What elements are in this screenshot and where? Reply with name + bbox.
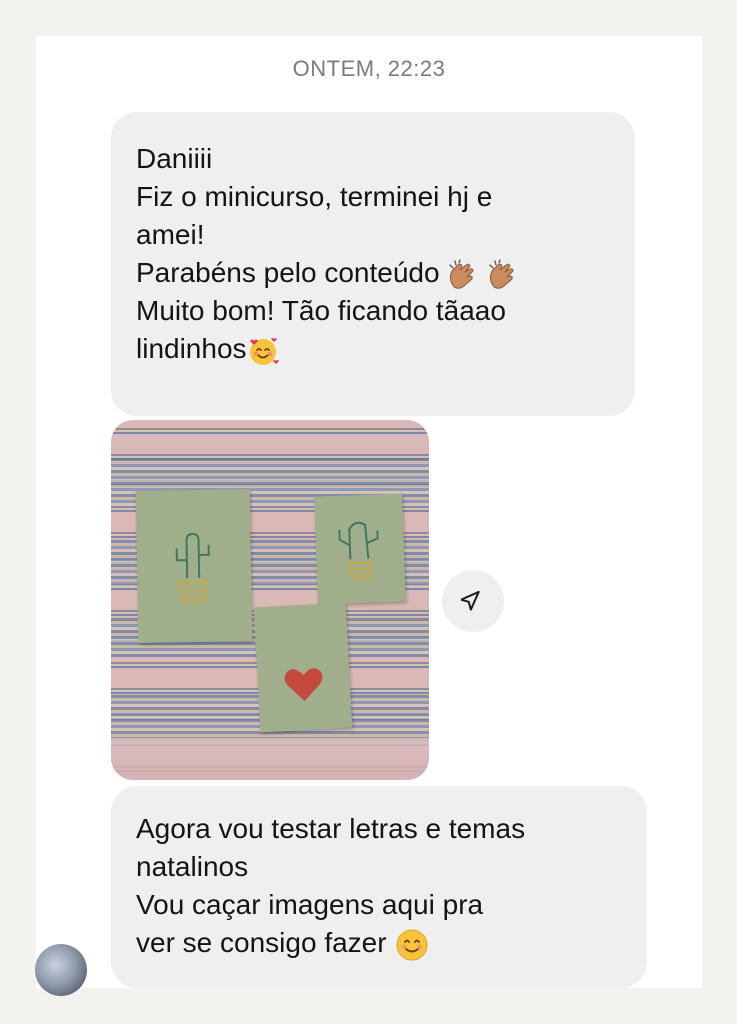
avatar[interactable] xyxy=(35,944,87,996)
clapping-hands-icon xyxy=(446,258,480,291)
smiling-face-with-hearts-icon xyxy=(247,335,279,367)
message-bubble[interactable]: Agora vou testar letras e temas natalino… xyxy=(111,786,647,988)
message-bubble[interactable]: Daniiii Fiz o minicurso, terminei hj e a… xyxy=(111,112,635,416)
message-line-with-emoji: lindinhos xyxy=(136,330,635,368)
share-button[interactable] xyxy=(442,570,504,632)
message-line: amei! xyxy=(136,219,205,250)
image-attachment[interactable] xyxy=(111,420,429,780)
message-timestamp: ONTEM, 22:23 xyxy=(292,56,446,81)
message-line: Daniiii xyxy=(136,143,213,174)
message-line: Muito bom! Tão ficando tãaao xyxy=(136,295,506,326)
message-line: Agora vou testar letras e temas xyxy=(136,813,526,844)
message-line: Vou caçar imagens aqui pra xyxy=(136,889,484,920)
message-line: lindinhos xyxy=(136,333,247,364)
message-line: natalinos xyxy=(136,851,249,882)
message-line-with-emoji: Parabéns pelo conteúdo xyxy=(136,254,635,292)
card-paper xyxy=(135,489,253,643)
card-paper xyxy=(314,493,406,605)
card-paper xyxy=(253,602,353,733)
smiling-face-icon xyxy=(395,928,429,962)
message-line-with-emoji: ver se consigo fazer xyxy=(136,924,647,962)
message-line: Fiz o minicurso, terminei hj e xyxy=(136,181,493,212)
message-line: Parabéns pelo conteúdo xyxy=(136,257,440,288)
message-line: ver se consigo fazer xyxy=(136,927,387,958)
clapping-hands-icon xyxy=(486,258,520,291)
chat-thread: ONTEM, 22:23 Daniiii Fiz o minicurso, te… xyxy=(35,36,702,996)
paper-plane-icon xyxy=(459,587,485,616)
